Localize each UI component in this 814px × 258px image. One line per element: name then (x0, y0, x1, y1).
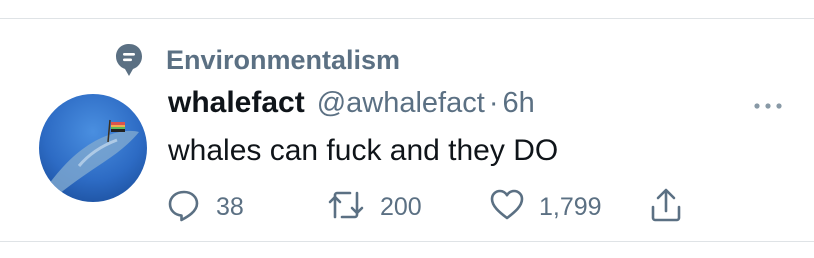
topic-bubble-icon (112, 42, 146, 78)
divider-top (0, 18, 814, 19)
topic-label[interactable]: Environmentalism (166, 45, 400, 76)
like-count: 1,799 (539, 192, 602, 221)
reply-button[interactable]: 38 (166, 186, 244, 228)
reply-count: 38 (216, 192, 244, 221)
tweet-header: whalefact @awhalefact · 6h (168, 86, 535, 126)
timestamp[interactable]: 6h (502, 87, 534, 120)
reply-icon (166, 187, 202, 228)
user-handle[interactable]: @awhalefact (317, 87, 485, 120)
tweet-text: whales can fuck and they DO (168, 134, 559, 167)
more-options-button[interactable] (750, 92, 786, 120)
more-horizontal-icon (753, 97, 783, 115)
retweet-button[interactable]: 200 (326, 186, 422, 228)
retweet-count: 200 (380, 192, 422, 221)
like-button[interactable]: 1,799 (489, 186, 602, 228)
topic-context[interactable]: Environmentalism (112, 42, 400, 78)
share-icon (649, 187, 683, 228)
display-name[interactable]: whalefact (168, 86, 305, 120)
retweet-icon (326, 187, 366, 228)
tweet-frame: Environmentalism whalefact @awhalefact · (0, 0, 814, 258)
divider-bottom (0, 241, 814, 242)
share-button[interactable] (649, 186, 683, 228)
separator-dot: · (488, 87, 499, 119)
action-bar: 38 200 1,799 (0, 186, 814, 228)
heart-icon (489, 187, 525, 228)
